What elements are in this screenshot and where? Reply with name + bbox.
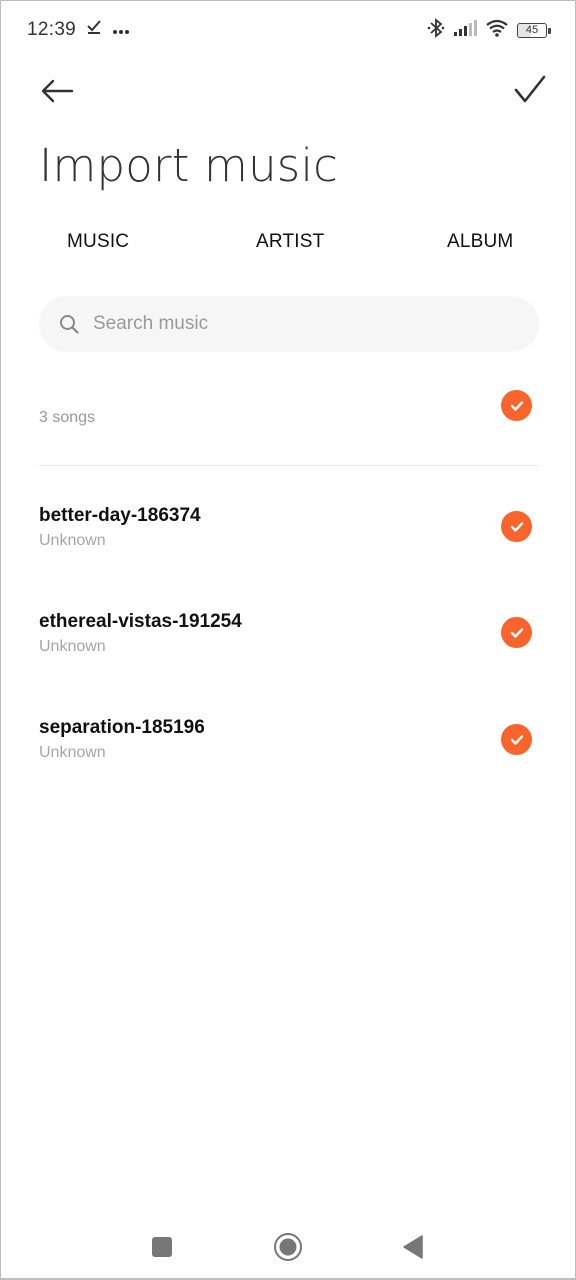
signal-icon [453,19,477,41]
check-icon [510,521,523,532]
song-checkbox[interactable] [501,511,532,542]
song-count: 3 songs [39,409,96,426]
song-title: better-day-186374 [39,505,201,526]
divider [39,465,539,466]
tab-bar: MUSIC ARTIST ALBUM [1,231,576,261]
recents-square-icon [152,1237,172,1257]
status-bar: 12:39 45 [1,1,576,59]
back-triangle-icon [403,1235,423,1259]
more-dots-icon [112,19,130,41]
song-item[interactable]: separation-185196 Unknown [39,717,539,777]
select-all-checkbox[interactable] [501,390,532,421]
song-item[interactable]: ethereal-vistas-191254 Unknown [39,611,539,671]
back-button[interactable] [39,75,75,107]
status-right: 45 [427,17,551,43]
wifi-icon [485,19,509,42]
checkmark-icon [514,75,546,103]
system-nav-bar [1,1219,576,1275]
recents-button[interactable] [144,1229,180,1265]
check-icon [510,734,523,745]
top-bar [1,69,576,113]
song-artist: Unknown [39,744,106,761]
status-time: 12:39 [27,19,77,40]
status-left: 12:39 [27,19,130,41]
tab-album[interactable]: ALBUM [447,231,513,253]
confirm-button[interactable] [513,73,547,107]
song-title: separation-185196 [39,717,205,738]
song-item[interactable]: better-day-186374 Unknown [39,505,539,565]
tab-artist[interactable]: ARTIST [256,231,324,253]
back-nav-button[interactable] [395,1229,431,1265]
search-input[interactable] [93,313,473,335]
song-checkbox[interactable] [501,724,532,755]
check-icon [510,627,523,638]
song-artist: Unknown [39,638,106,655]
home-circle-icon [274,1233,302,1261]
summary-row: 3 songs [39,381,539,441]
battery-icon: 45 [517,22,551,38]
home-button[interactable] [270,1229,306,1265]
check-icon [510,400,523,411]
bluetooth-icon [427,17,445,43]
arrow-left-icon [41,79,74,103]
song-title: ethereal-vistas-191254 [39,611,242,632]
search-bar[interactable] [39,296,539,352]
search-icon [60,315,79,334]
song-checkbox[interactable] [501,617,532,648]
song-artist: Unknown [39,532,106,549]
download-done-icon [86,19,102,41]
tab-music[interactable]: MUSIC [67,231,129,253]
page-title: Import music [39,139,339,192]
